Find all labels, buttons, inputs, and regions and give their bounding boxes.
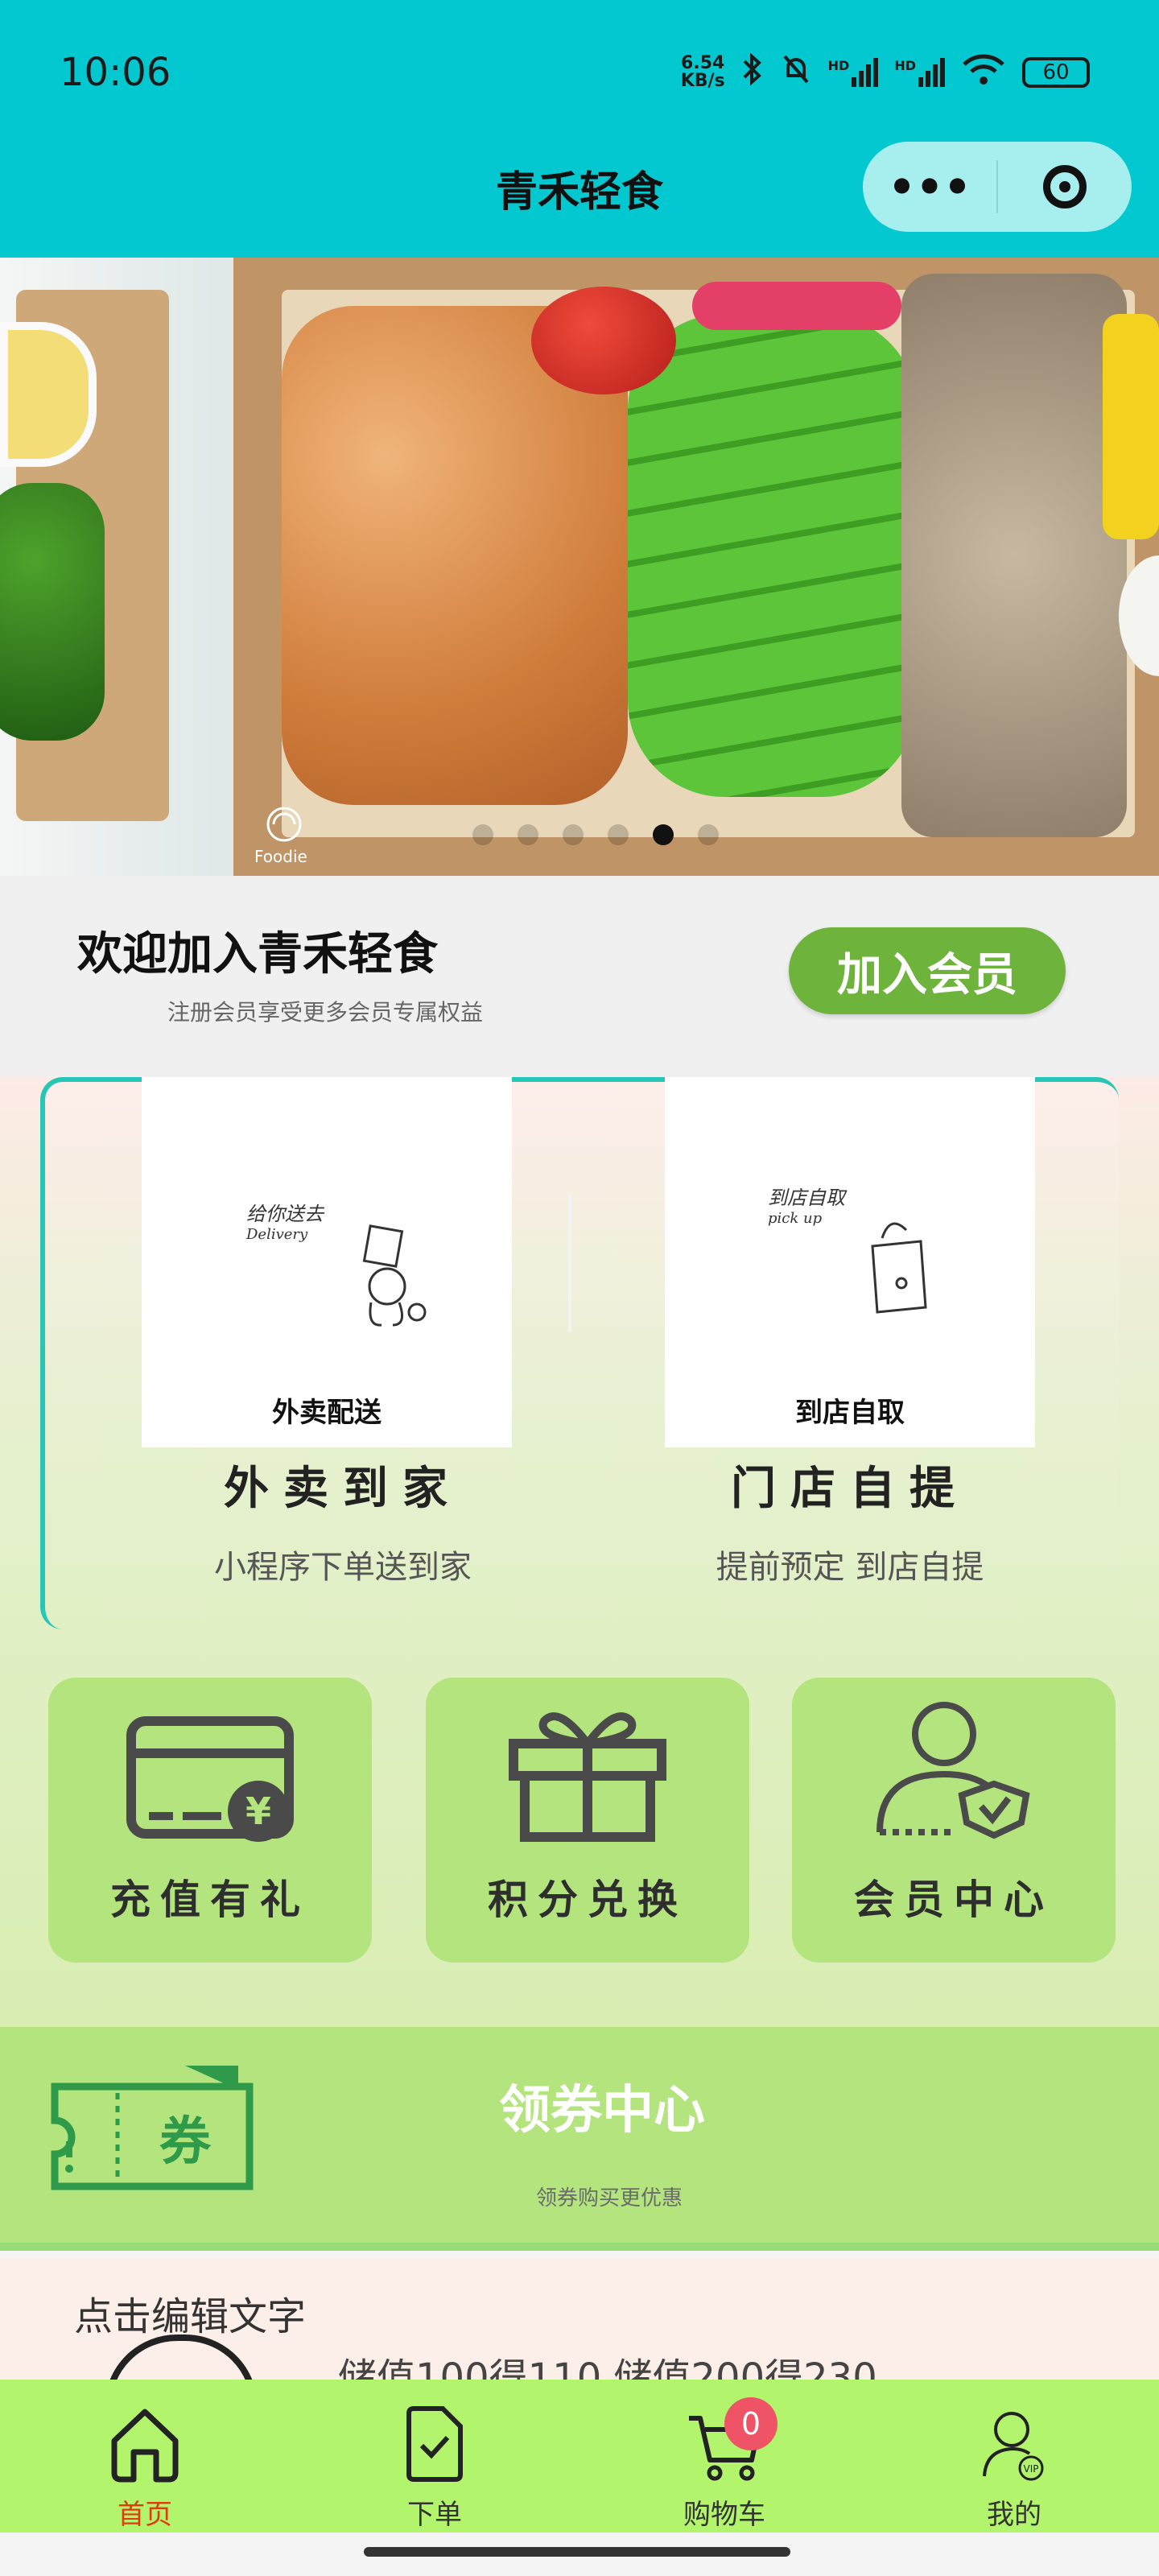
signal-label-1: HD (827, 58, 850, 73)
delivery-image[interactable]: 给你送去 Delivery 外卖配送 (142, 1077, 512, 1447)
member-shield-icon (876, 1702, 1030, 1839)
tile-member-center-label: 会员中心 (854, 1876, 1054, 1923)
service-divider (568, 1195, 571, 1331)
svg-text:¥: ¥ (245, 1790, 271, 1833)
delivery-image-text: 给你送去 (246, 1203, 324, 1225)
tab-cart-label: 购物车 (683, 2499, 765, 2531)
tab-home-label: 首页 (118, 2499, 172, 2531)
signal-icon-2: HD (894, 58, 945, 87)
pickup-image-text-en: pick up (768, 1210, 823, 1227)
food-avocado (628, 314, 918, 797)
signal-label-2: HD (894, 58, 916, 73)
tile-points[interactable]: 积分兑换 (426, 1678, 749, 1963)
join-member-button[interactable]: 加入会员 (789, 927, 1066, 1014)
tab-home[interactable]: 首页 (0, 2380, 290, 2533)
tile-recharge[interactable]: ¥ 充值有礼 (48, 1678, 372, 1963)
coupon-center[interactable]: 券 领券中心 领券购买更优惠 (0, 2027, 1159, 2251)
food-radish (692, 282, 901, 330)
tab-cart[interactable]: 0 购物车 (580, 2380, 869, 2533)
network-speed: 6.54 KB/s (681, 55, 725, 90)
delivery-image-text-en: Delivery (246, 1226, 308, 1243)
tile-points-label: 积分兑换 (488, 1876, 687, 1923)
service-card: 给你送去 Delivery 外卖配送 外卖到家 小程序下单送到家 到店自取 pi… (40, 1077, 1119, 1629)
battery-indicator: 60 (1022, 57, 1090, 88)
pickup-image-label: 到店自取 (795, 1397, 905, 1429)
carousel-dot[interactable] (518, 824, 538, 845)
carousel-dot-active[interactable] (653, 824, 674, 845)
header-bar: 10:06 6.54 KB/s HD HD 60 青禾轻食 ••• (0, 0, 1159, 258)
close-miniprogram-button[interactable] (998, 165, 1132, 208)
tab-order[interactable]: 下单 (290, 2380, 580, 2533)
carousel-dots (0, 824, 1159, 845)
cart-count-badge: 0 (724, 2397, 777, 2450)
pickup-image[interactable]: 到店自取 pick up 到店自取 (665, 1077, 1035, 1447)
home-icon (111, 2409, 179, 2483)
tab-order-label: 下单 (407, 2499, 462, 2531)
carousel-dot[interactable] (563, 824, 584, 845)
main-content: 给你送去 Delivery 外卖配送 外卖到家 小程序下单送到家 到店自取 pi… (0, 1077, 1159, 2027)
carousel-dot[interactable] (698, 824, 719, 845)
delivery-character-icon (362, 1224, 427, 1327)
delivery-title[interactable]: 外卖到家 (118, 1452, 568, 1517)
tab-mine-label: 我的 (987, 2499, 1041, 2531)
food-quinoa (901, 274, 1127, 837)
miniprogram-capsule: ••• (863, 142, 1132, 232)
pickup-handwritten: 到店自取 pick up (768, 1182, 845, 1227)
food-corn (1103, 314, 1159, 539)
banner-prev-image (0, 258, 233, 876)
carousel-dot[interactable] (472, 824, 493, 845)
pickup-image-text: 到店自取 (768, 1187, 845, 1209)
carousel-dot[interactable] (608, 824, 629, 845)
user-vip-icon: VIP (983, 2412, 1044, 2481)
delivery-handwritten: 给你送去 Delivery (246, 1198, 324, 1243)
network-speed-value: 6.54 (681, 53, 725, 73)
shopping-bag-icon (871, 1222, 927, 1314)
tile-member-center[interactable]: 会员中心 (792, 1678, 1116, 1963)
network-speed-unit: KB/s (680, 71, 725, 91)
gift-icon (509, 1712, 666, 1842)
coupon-icon-text: 券 (159, 2112, 212, 2172)
pickup-subtitle: 提前预定 到店自提 (716, 1549, 984, 1586)
welcome-subtitle: 注册会员享受更多会员专属权益 (167, 999, 484, 1026)
bottom-tab-bar: 首页 下单 0 购物车 VIP 我的 (0, 2380, 1159, 2533)
food-tomato (531, 287, 676, 394)
coupon-subtitle: 领券购买更优惠 (536, 2186, 683, 2211)
delivery-subtitle: 小程序下单送到家 (214, 1549, 472, 1586)
status-icons: 6.54 KB/s HD HD 60 (681, 52, 1090, 92)
banner-watermark: Foodie (254, 847, 307, 866)
signal-icon-1: HD (828, 58, 879, 87)
welcome-section: 欢迎加入青禾轻食 注册会员享受更多会员专属权益 加入会员 (0, 876, 1159, 1077)
order-document-icon (406, 2406, 463, 2482)
welcome-heading: 欢迎加入青禾轻食 (77, 928, 438, 980)
wifi-icon (961, 53, 1006, 92)
vip-icon-text: VIP (1024, 2463, 1039, 2475)
ticket-icon: 券 (51, 2066, 254, 2190)
pickup-title[interactable]: 门店自提 (625, 1452, 1075, 1517)
card-yuan-icon: ¥ (126, 1716, 294, 1842)
coupon-title: 领券中心 (499, 2081, 705, 2140)
mute-bell-icon (780, 53, 812, 92)
status-time: 10:06 (60, 50, 171, 95)
edit-text-placeholder[interactable]: 点击编辑文字 (74, 2285, 306, 2341)
more-menu-button[interactable]: ••• (863, 162, 996, 213)
banner-carousel[interactable]: Foodie (0, 258, 1159, 876)
tab-mine[interactable]: VIP 我的 (869, 2380, 1159, 2533)
tile-recharge-label: 充值有礼 (110, 1876, 310, 1923)
delivery-image-label: 外卖配送 (272, 1397, 382, 1429)
home-indicator[interactable] (364, 2547, 790, 2557)
bluetooth-icon (741, 52, 764, 92)
target-icon (1043, 165, 1087, 208)
